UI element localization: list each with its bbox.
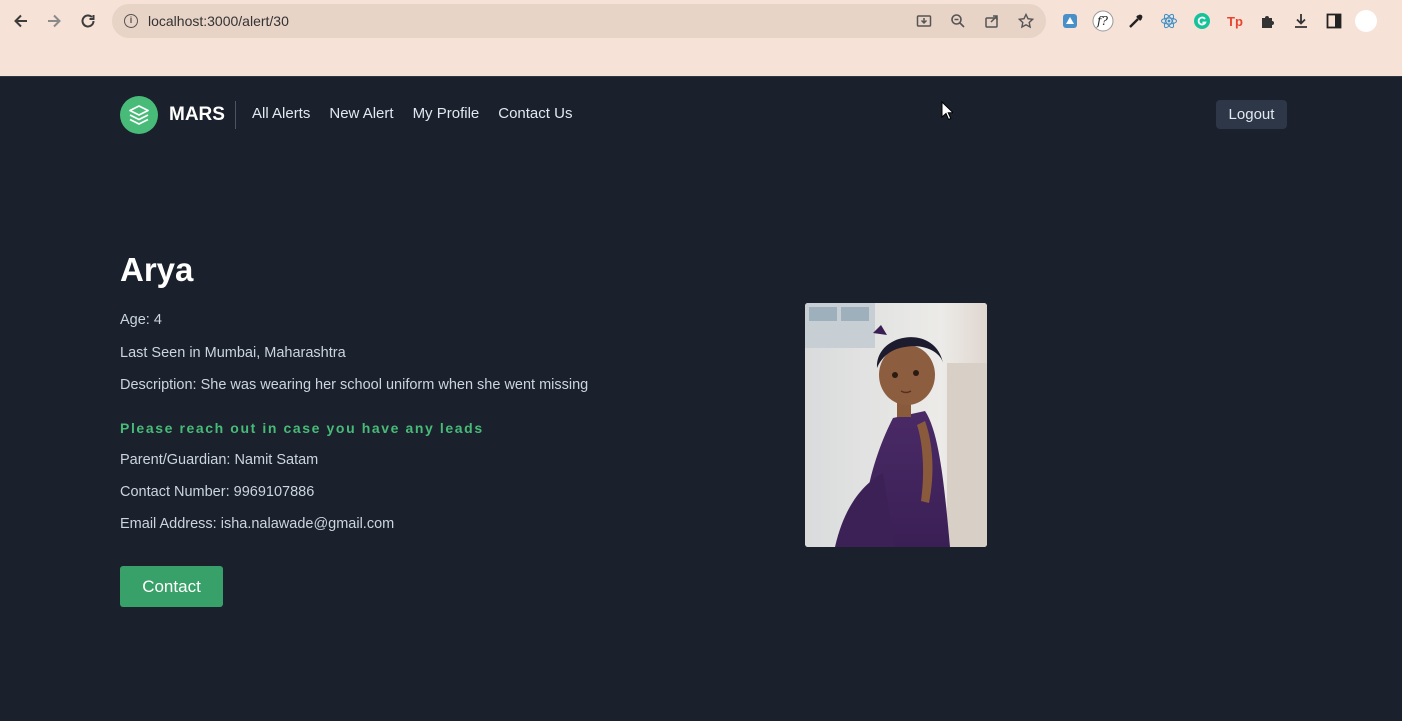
nav-contact-us[interactable]: Contact Us <box>498 105 572 122</box>
extension-drive-icon[interactable] <box>1058 9 1082 33</box>
downloads-icon[interactable] <box>1289 9 1313 33</box>
browser-toolbar: i localhost:3000/alert/30 f? Tp <box>0 0 1402 77</box>
guardian-text: Parent/Guardian: Namit Satam <box>120 452 319 468</box>
side-panel-icon[interactable] <box>1322 9 1346 33</box>
missing-person-photo <box>805 303 987 547</box>
nav-divider <box>235 101 236 129</box>
reload-icon[interactable] <box>75 8 101 34</box>
logout-button[interactable]: Logout <box>1216 100 1287 129</box>
extension-tp-icon[interactable]: Tp <box>1223 9 1247 33</box>
nav-new-alert[interactable]: New Alert <box>329 105 393 122</box>
mouse-cursor-icon <box>941 101 953 121</box>
age-text: Age: 4 <box>120 312 162 328</box>
last-seen-text: Last Seen in Mumbai, Maharashtra <box>120 345 346 361</box>
alert-details: Arya Age: 4 Last Seen in Mumbai, Maharas… <box>120 250 760 607</box>
layers-logo-icon <box>120 96 158 134</box>
nav-my-profile[interactable]: My Profile <box>413 105 480 122</box>
back-icon[interactable] <box>8 8 34 34</box>
extensions-puzzle-icon[interactable] <box>1256 9 1280 33</box>
main-nav: All Alerts New Alert My Profile Contact … <box>252 105 572 122</box>
svg-text:Tp: Tp <box>1227 14 1243 29</box>
extension-react-icon[interactable] <box>1157 9 1181 33</box>
brand-name: MARS <box>169 104 225 125</box>
forward-icon[interactable] <box>41 8 67 34</box>
profile-avatar-icon[interactable] <box>1355 10 1377 32</box>
extension-font-icon[interactable]: f? <box>1091 9 1115 33</box>
address-bar[interactable]: i localhost:3000/alert/30 <box>112 4 1046 38</box>
install-app-icon[interactable] <box>914 11 934 31</box>
email-text: Email Address: isha.nalawade@gmail.com <box>120 516 395 532</box>
description-text: Description: She was wearing her school … <box>120 377 589 393</box>
contact-number-text: Contact Number: 9969107886 <box>120 484 315 500</box>
share-icon[interactable] <box>982 11 1002 31</box>
app-navbar: MARS All Alerts New Alert My Profile Con… <box>0 77 1402 153</box>
contact-button[interactable]: Contact <box>120 566 223 607</box>
bookmark-star-icon[interactable] <box>1016 11 1036 31</box>
person-name: Arya <box>120 251 194 288</box>
url-text: localhost:3000/alert/30 <box>148 13 289 29</box>
brand-link[interactable]: MARS <box>120 96 225 134</box>
extension-eyedropper-icon[interactable] <box>1124 9 1148 33</box>
zoom-icon[interactable] <box>948 11 968 31</box>
leads-prompt: Please reach out in case you have any le… <box>120 420 484 436</box>
site-info-icon[interactable]: i <box>124 14 138 28</box>
nav-all-alerts[interactable]: All Alerts <box>252 105 310 122</box>
svg-text:f?: f? <box>1096 14 1108 28</box>
extension-grammarly-icon[interactable] <box>1190 9 1214 33</box>
